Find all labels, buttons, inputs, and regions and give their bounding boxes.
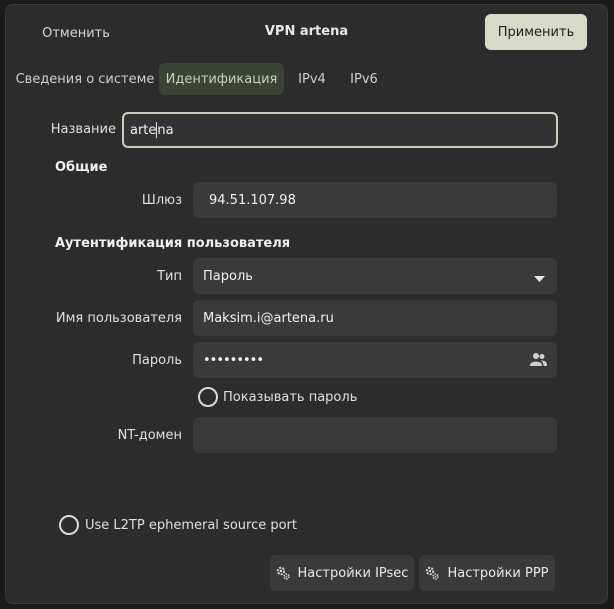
- vpn-settings-dialog: Отменить VPN artena Применить Сведения о…: [5, 4, 608, 604]
- ntdomain-label: NT-домен: [117, 428, 182, 443]
- apply-button[interactable]: Применить: [485, 14, 587, 50]
- auth-type-value: Пароль: [203, 268, 253, 284]
- general-heading: Общие: [55, 160, 108, 175]
- header-bar: Отменить VPN artena Применить: [6, 5, 607, 61]
- password-label: Пароль: [132, 353, 182, 368]
- ipsec-settings-label: Настройки IPsec: [297, 565, 409, 581]
- show-password-label: Показывать пароль: [223, 390, 358, 405]
- auth-type-dropdown[interactable]: Пароль: [193, 258, 557, 294]
- gateway-input[interactable]: 94.51.107.98: [193, 182, 557, 218]
- tab-ipv4[interactable]: IPv4: [292, 63, 332, 95]
- chevron-down-icon: [534, 272, 545, 287]
- gateway-label: Шлюз: [141, 193, 182, 208]
- l2tp-ephemeral-label: Use L2TP ephemeral source port: [85, 518, 297, 533]
- ntdomain-input[interactable]: [193, 417, 557, 453]
- gear-icon: [276, 566, 290, 580]
- name-value-end: na: [157, 122, 174, 138]
- type-label: Тип: [157, 269, 182, 284]
- name-value-start: arte: [130, 122, 157, 138]
- l2tp-ephemeral-checkbox[interactable]: [59, 515, 79, 535]
- password-input[interactable]: •••••••••: [193, 342, 557, 378]
- gear-icon: [425, 566, 440, 580]
- name-input[interactable]: arte na: [122, 112, 558, 148]
- auth-heading: Аутентификация пользователя: [55, 236, 291, 251]
- username-label: Имя пользователя: [55, 311, 182, 326]
- show-password-checkbox[interactable]: [198, 387, 218, 407]
- name-label: Название: [50, 122, 116, 137]
- users-icon[interactable]: [530, 352, 547, 371]
- tab-system-info[interactable]: Сведения о системе: [16, 63, 155, 95]
- tab-ipv6[interactable]: IPv6: [344, 63, 384, 95]
- ipsec-settings-button[interactable]: Настройки IPsec: [270, 555, 414, 591]
- tab-identity[interactable]: Идентификация: [159, 63, 284, 95]
- ppp-settings-button[interactable]: Настройки PPP: [419, 555, 555, 591]
- ppp-settings-label: Настройки PPP: [447, 565, 549, 581]
- username-input[interactable]: Maksim.i@artena.ru: [193, 300, 557, 336]
- password-value: •••••••••: [203, 352, 264, 368]
